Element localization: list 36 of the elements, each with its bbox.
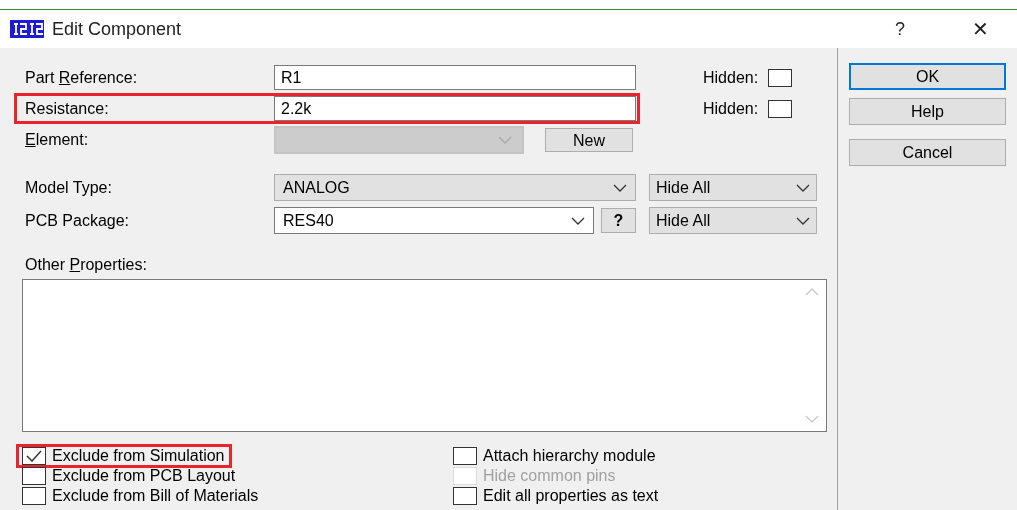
- hidden-label: Hidden:: [703, 67, 759, 88]
- chevron-down-icon: [498, 135, 512, 144]
- checkbox[interactable]: [768, 99, 793, 118]
- field-label: Part Reference:: [24, 67, 139, 88]
- checkbox[interactable]: [768, 68, 793, 87]
- dialog-button[interactable]: Help: [849, 98, 1006, 125]
- help-button[interactable]: ?: [885, 15, 915, 43]
- checkbox[interactable]: [453, 447, 477, 465]
- visibility-dropdown[interactable]: Hide All: [649, 174, 817, 201]
- close-button[interactable]: ✕: [965, 14, 995, 44]
- field-label: Resistance:: [24, 98, 110, 119]
- chevron-down-icon: [796, 183, 810, 192]
- text-field[interactable]: 2.2k: [274, 96, 636, 121]
- chevron-down-icon: [796, 216, 810, 225]
- field-label: PCB Package:: [24, 210, 131, 231]
- hidden-label: Hidden:: [703, 98, 759, 119]
- field-label: Element:: [24, 129, 90, 150]
- chevron-down-icon: [571, 216, 585, 225]
- checkbox[interactable]: [22, 447, 46, 465]
- app-logo-icon: [10, 20, 44, 38]
- checkbox-option[interactable]: Exclude from Simulation: [16, 444, 232, 468]
- checkbox[interactable]: [22, 467, 46, 485]
- chevron-down-icon: [613, 183, 627, 192]
- section-label: Other Properties:: [25, 256, 147, 273]
- field-label: Model Type:: [24, 177, 113, 198]
- package-dropdown[interactable]: RES40: [274, 207, 594, 234]
- visibility-dropdown[interactable]: Hide All: [649, 207, 817, 234]
- model-type-dropdown[interactable]: ANALOG: [274, 174, 636, 201]
- checkbox[interactable]: [22, 487, 46, 505]
- checkmark-icon: [26, 450, 42, 462]
- package-help-button[interactable]: ?: [601, 208, 636, 233]
- dialog-button[interactable]: OK: [849, 63, 1006, 90]
- checkbox[interactable]: [453, 487, 477, 505]
- text-field[interactable]: R1: [274, 65, 636, 90]
- dialog-button[interactable]: Cancel: [849, 139, 1006, 166]
- window-title: Edit Component: [52, 17, 182, 41]
